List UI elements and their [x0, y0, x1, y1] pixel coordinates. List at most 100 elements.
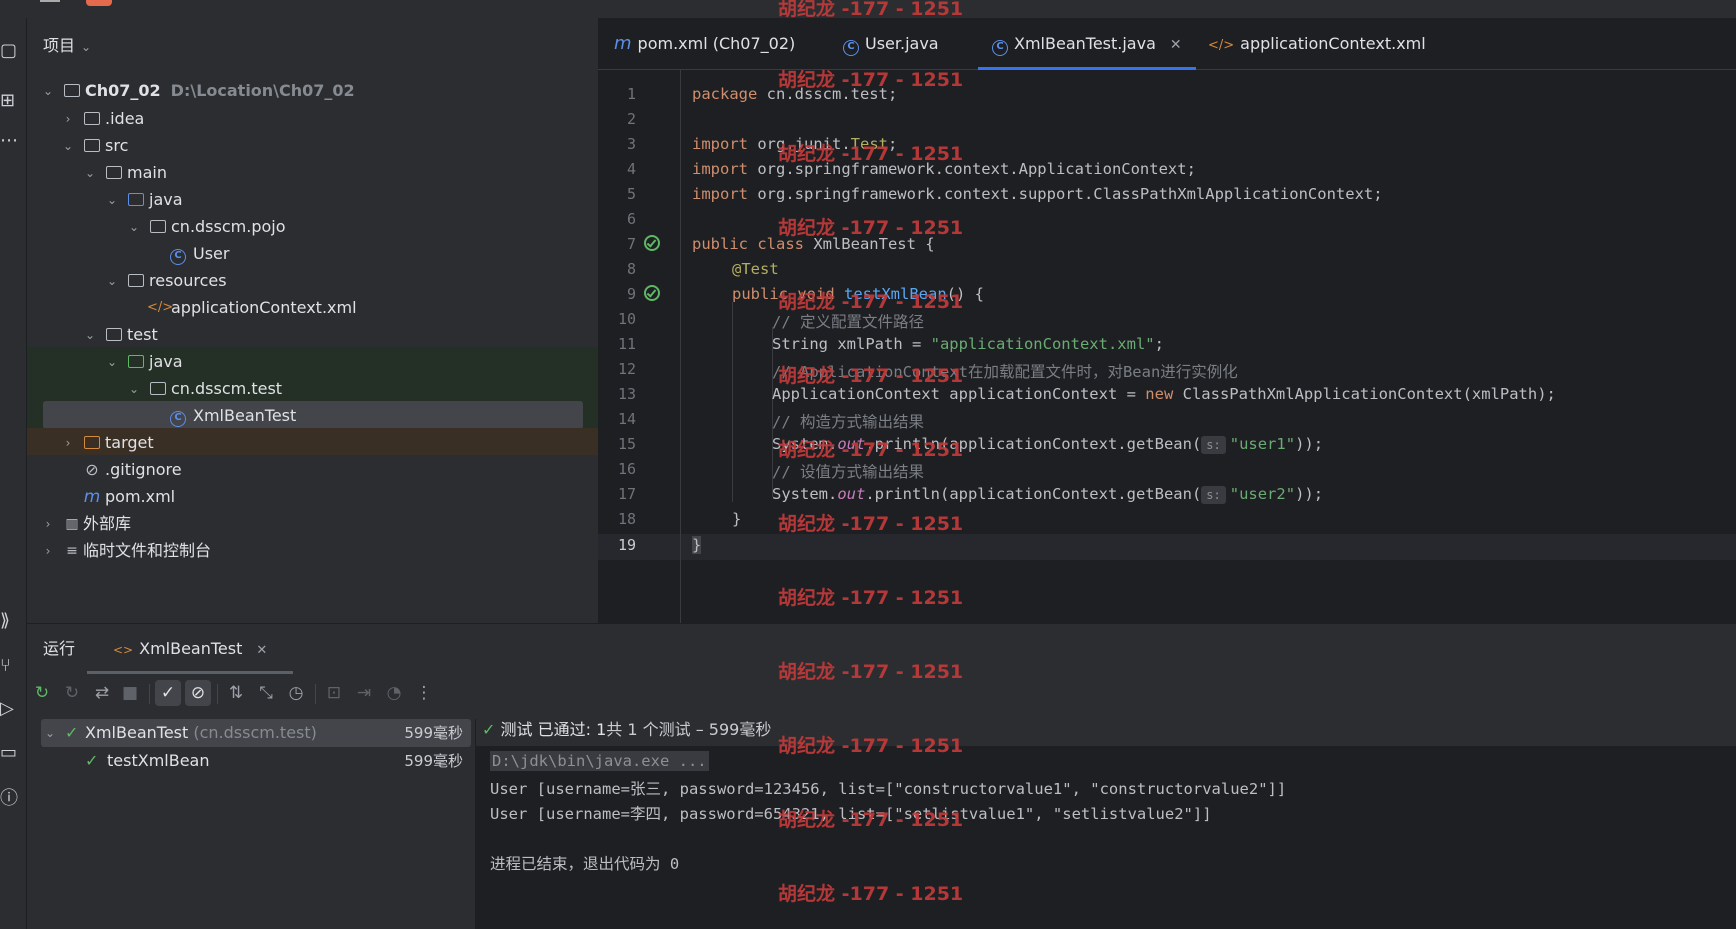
chevron-down-icon[interactable]: ⌄ — [81, 40, 91, 54]
chevron-down-icon[interactable]: ⌄ — [61, 131, 75, 161]
chevron-down-icon[interactable]: ⌄ — [105, 185, 119, 215]
code-line-8[interactable]: @Test — [732, 260, 779, 278]
tree-item-project-root[interactable]: ⌄ Ch07_02 D:\Location\Ch07_02 — [27, 76, 598, 106]
stop-icon[interactable]: ■ — [117, 680, 143, 706]
tree-item-main-java[interactable]: ⌄ java — [27, 185, 598, 215]
console-output[interactable]: ✓ 测试 已通过: 1共 1 个测试 – 599毫秒 D:\jdk\bin\ja… — [476, 714, 1736, 929]
test-duration: 599毫秒 — [404, 724, 463, 742]
tree-item-resources[interactable]: ⌄ resources — [27, 266, 598, 296]
xml-file-icon: </> — [1208, 38, 1235, 53]
chevron-right-icon[interactable]: › — [61, 104, 75, 134]
code-line-3[interactable]: import org.junit.Test; — [692, 135, 897, 153]
test-case-row[interactable]: ✓ testXmlBean 599毫秒 — [41, 747, 471, 775]
more-tools-icon[interactable]: ⋯ — [0, 128, 20, 154]
code-line-19[interactable]: } — [692, 536, 702, 554]
line-number: 13 — [617, 385, 636, 403]
tree-item-scratches[interactable]: › ≡ 临时文件和控制台 — [27, 536, 598, 566]
console-command-line[interactable]: D:\jdk\bin\java.exe ... — [490, 751, 709, 771]
run-test-gutter-icon[interactable] — [644, 285, 660, 301]
tree-item-src[interactable]: ⌄ src — [27, 131, 598, 161]
sort-icon[interactable]: ⇅ — [223, 680, 249, 706]
rerun-icon[interactable]: ↻ — [29, 680, 55, 706]
tree-item-pojo-package[interactable]: ⌄ cn.dsscm.pojo — [27, 212, 598, 242]
code-line-17[interactable]: System.out.println(applicationContext.ge… — [772, 485, 1323, 504]
code-line-12[interactable]: // ApplicationContext在加载配置文件时，对Bean进行实例化 — [772, 360, 1238, 382]
tree-item-target[interactable]: › target — [27, 428, 598, 455]
tree-item-external-libraries[interactable]: › ▥ 外部库 — [27, 509, 598, 539]
tree-item-gitignore[interactable]: ⊘ .gitignore — [27, 455, 598, 485]
code-line-9[interactable]: public void testXmlBean() { — [732, 285, 984, 303]
chevron-down-icon[interactable]: ⌄ — [127, 374, 141, 404]
line-number: 10 — [617, 310, 636, 328]
tree-item-label: target — [105, 433, 154, 452]
services-tool-icon[interactable]: ⟫ — [0, 608, 20, 634]
tree-item-appcontext-xml[interactable]: </> applicationContext.xml — [27, 293, 598, 323]
git-tool-icon[interactable]: ⑂ — [0, 653, 20, 679]
tree-item-idea[interactable]: › .idea — [27, 104, 598, 134]
tab-run-config[interactable]: <> XmlBeanTest ✕ — [98, 624, 294, 674]
tree-item-pom[interactable]: m pom.xml — [27, 482, 598, 512]
tree-item-label: Ch07_02 — [85, 81, 161, 100]
more-options-icon[interactable]: ⋮ — [411, 680, 437, 706]
history-icon[interactable]: ◷ — [283, 680, 309, 706]
code-line-14[interactable]: // 构造方式输出结果 — [772, 410, 924, 432]
console-output-line: User [username=张三, password=123456, list… — [490, 780, 1287, 798]
tree-item-xmlbeantest[interactable]: C XmlBeanTest — [27, 401, 598, 429]
chevron-right-icon[interactable]: › — [61, 428, 75, 458]
test-config-icon: <> — [113, 643, 134, 657]
chevron-down-icon[interactable]: ⌄ — [41, 76, 55, 106]
code-line-13[interactable]: ApplicationContext applicationContext = … — [772, 385, 1556, 403]
terminal-tool-icon[interactable]: ▭ — [0, 740, 20, 766]
module-folder-icon — [63, 76, 81, 106]
tree-item-label: test — [127, 325, 158, 344]
code-line-11[interactable]: String xmlPath = "applicationContext.xml… — [772, 335, 1164, 353]
chevron-down-icon[interactable]: ⌄ — [83, 158, 97, 188]
code-line-1[interactable]: package cn.dsscm.test; — [692, 85, 897, 103]
tab-pom-xml[interactable]: m pom.xml (Ch07_02) — [614, 18, 795, 70]
camera-icon[interactable]: ⊡ — [321, 680, 347, 706]
run-tool-icon[interactable]: ▷ — [0, 696, 20, 722]
tab-user-java[interactable]: C User.java — [843, 18, 939, 70]
tree-item-label: User — [193, 244, 230, 263]
code-line-15[interactable]: System.out.println(applicationContext.ge… — [772, 435, 1323, 454]
tree-item-test-java[interactable]: ⌄ java — [27, 347, 598, 374]
chevron-right-icon[interactable]: › — [41, 509, 55, 539]
toggle-auto-test-icon[interactable]: ⇄ — [89, 680, 115, 706]
chevron-down-icon[interactable]: ⌄ — [83, 320, 97, 350]
test-suite-row[interactable]: ⌄ ✓ XmlBeanTest (cn.dsscm.test) 599毫秒 — [41, 719, 471, 747]
tab-applicationcontext-xml[interactable]: </> applicationContext.xml — [1208, 18, 1426, 70]
chevron-down-icon[interactable]: ⌄ — [45, 719, 55, 747]
code-line-7[interactable]: public class XmlBeanTest { — [692, 235, 935, 253]
project-tool-icon[interactable]: ▢ — [0, 38, 20, 64]
chevron-down-icon[interactable]: ⌄ — [127, 212, 141, 242]
chevron-down-icon[interactable]: ⌄ — [105, 347, 119, 377]
project-panel-header[interactable]: 项目 ⌄ — [43, 32, 91, 56]
chevron-right-icon[interactable]: › — [41, 536, 55, 566]
collapse-icon[interactable]: ⤡ — [253, 680, 279, 706]
close-icon[interactable]: ✕ — [256, 643, 267, 658]
chevron-down-icon[interactable]: ⌄ — [105, 266, 119, 296]
main-menu-icon[interactable] — [40, 0, 60, 3]
tree-item-user-class[interactable]: C User — [27, 239, 598, 269]
code-line-16[interactable]: // 设值方式输出结果 — [772, 460, 924, 482]
tree-item-test[interactable]: ⌄ test — [27, 320, 598, 350]
tree-item-main[interactable]: ⌄ main — [27, 158, 598, 188]
line-number: 17 — [617, 485, 636, 503]
console-exit-line: 进程已结束，退出代码为 0 — [490, 855, 680, 873]
rerun-failed-icon[interactable]: ↻ — [59, 680, 85, 706]
show-ignored-icon[interactable]: ⊘ — [185, 680, 211, 706]
problems-tool-icon[interactable]: ⓘ — [0, 786, 20, 812]
run-test-gutter-icon[interactable] — [644, 235, 660, 251]
close-icon[interactable]: ✕ — [1170, 37, 1182, 53]
import-icon[interactable]: ⇥ — [351, 680, 377, 706]
code-line-4[interactable]: import org.springframework.context.Appli… — [692, 160, 1196, 178]
code-line-10[interactable]: // 定义配置文件路径 — [772, 310, 924, 332]
show-passed-icon[interactable]: ✓ — [155, 680, 181, 706]
code-line-5[interactable]: import org.springframework.context.suppo… — [692, 185, 1383, 203]
project-badge-icon[interactable] — [86, 0, 112, 6]
structure-tool-icon[interactable]: ⊞ — [0, 88, 20, 114]
code-line-18[interactable]: } — [732, 510, 741, 528]
coverage-icon[interactable]: ◔ — [381, 680, 407, 706]
tab-xmlbeantest-java[interactable]: C XmlBeanTest.java ✕ — [978, 18, 1196, 70]
tree-item-test-package[interactable]: ⌄ cn.dsscm.test — [27, 374, 598, 401]
